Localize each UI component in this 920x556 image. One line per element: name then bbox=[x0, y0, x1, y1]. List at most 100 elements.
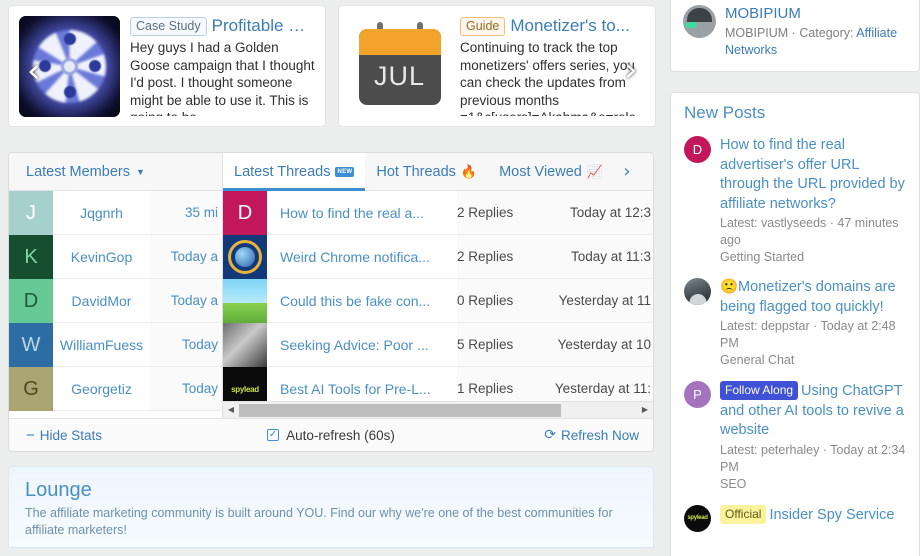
forum-statistics-widget: Latest Members ▼ J Jqgnrh 35 mi K KevinG… bbox=[8, 152, 654, 452]
scroll-right-arrow[interactable]: ▶ bbox=[637, 406, 653, 414]
calendar-month-label: JUL bbox=[373, 60, 425, 91]
member-name[interactable]: Georgetiz bbox=[53, 367, 150, 410]
post-title-text[interactable]: Insider Spy Service bbox=[769, 507, 894, 523]
carousel-prev-arrow[interactable]: ‹ bbox=[27, 54, 41, 88]
post-title[interactable]: Follow Along Using ChatGPT and other AI t… bbox=[720, 381, 906, 441]
avatar[interactable] bbox=[223, 235, 267, 279]
avatar[interactable]: D bbox=[9, 279, 53, 323]
carousel-card[interactable]: JUL Guide Monetizer's to... Continuing t… bbox=[338, 5, 656, 127]
thread-reply-count: 2 Replies bbox=[457, 191, 552, 234]
member-name[interactable]: KevinGop bbox=[53, 235, 150, 278]
resource-title[interactable]: MOBIPIUM bbox=[725, 5, 907, 24]
tab-label: Latest Threads bbox=[234, 163, 331, 180]
scroll-left-arrow[interactable]: ◀ bbox=[223, 406, 239, 414]
carousel-card[interactable]: Case Study Profitable G... Hey guys I ha… bbox=[8, 5, 326, 127]
lounge-section[interactable]: Lounge The affiliate marketing community… bbox=[8, 466, 654, 548]
member-row[interactable]: G Georgetiz Today bbox=[9, 367, 222, 411]
thread-date: Today at 12:3 bbox=[552, 191, 653, 234]
member-join-time: Today bbox=[150, 367, 222, 410]
thread-prefix-badge[interactable]: Case Study bbox=[130, 16, 207, 36]
member-row[interactable]: J Jqgnrh 35 mi bbox=[9, 191, 222, 235]
scrollbar-thumb[interactable] bbox=[239, 403, 562, 417]
latest-members-dropdown[interactable]: Latest Members ▼ bbox=[9, 153, 222, 191]
scrollbar-track[interactable] bbox=[239, 402, 637, 419]
flame-icon: 🔥 bbox=[460, 164, 478, 179]
post-meta: Latest: deppstar · Today at 2:48 PM bbox=[720, 319, 896, 350]
thread-date: Yesterday at 10 bbox=[552, 323, 653, 366]
thread-prefix-badge[interactable]: Guide bbox=[460, 16, 506, 36]
post-title[interactable]: Official Insider Spy Service bbox=[720, 504, 906, 526]
thread-title[interactable]: How to find the real a... bbox=[267, 191, 457, 234]
member-row[interactable]: W WilliamFuess Today bbox=[9, 323, 222, 367]
thread-reply-count: 1 Replies bbox=[457, 367, 552, 401]
threads-panel: Latest Threads NEW Hot Threads 🔥 Most Vi… bbox=[223, 153, 653, 418]
thread-title[interactable]: Could this be fake con... bbox=[267, 279, 457, 322]
checkbox-icon[interactable]: ✓ bbox=[267, 429, 280, 441]
refresh-now-button[interactable]: ⟳ Refresh Now bbox=[544, 428, 639, 443]
post-meta: Latest: vastlyseeds · 47 minutes ago bbox=[720, 216, 899, 247]
thread-row[interactable]: spylead Best AI Tools for Pre-L... 1 Rep… bbox=[223, 367, 653, 401]
post-forum[interactable]: Getting Started bbox=[720, 249, 906, 266]
resource-category-label: Category: bbox=[799, 25, 857, 40]
avatar[interactable]: J bbox=[9, 191, 53, 235]
tab-most-viewed[interactable]: Most Viewed 📈 bbox=[488, 153, 614, 190]
avatar[interactable]: D bbox=[684, 136, 711, 163]
member-join-time: Today bbox=[150, 323, 222, 366]
avatar[interactable]: K bbox=[9, 235, 53, 279]
thread-reply-count: 5 Replies bbox=[457, 323, 552, 366]
mobipium-avatar bbox=[683, 5, 716, 38]
post-prefix-badge[interactable]: Follow Along bbox=[720, 381, 799, 400]
carousel-card-title[interactable]: Monetizer's to... bbox=[510, 16, 629, 36]
tab-latest-threads[interactable]: Latest Threads NEW bbox=[223, 153, 366, 191]
thread-row[interactable]: Seeking Advice: Poor ... 5 Replies Yeste… bbox=[223, 323, 653, 367]
post-forum[interactable]: SEO bbox=[720, 476, 906, 493]
avatar[interactable] bbox=[223, 279, 267, 323]
tab-hot-threads[interactable]: Hot Threads 🔥 bbox=[365, 153, 488, 190]
thread-reply-count: 0 Replies bbox=[457, 279, 552, 322]
latest-members-label: Latest Members bbox=[26, 163, 130, 180]
tab-label: Most Viewed bbox=[499, 163, 582, 180]
list-item[interactable]: D How to find the real advertiser's offe… bbox=[671, 131, 919, 273]
featured-carousel: Case Study Profitable G... Hey guys I ha… bbox=[8, 5, 656, 127]
thread-date: Yesterday at 11: bbox=[552, 367, 653, 401]
post-forum[interactable]: General Chat bbox=[720, 352, 906, 369]
avatar[interactable] bbox=[223, 323, 267, 367]
latest-members-panel: Latest Members ▼ J Jqgnrh 35 mi K KevinG… bbox=[9, 153, 223, 418]
thread-row[interactable]: Could this be fake con... 0 Replies Yest… bbox=[223, 279, 653, 323]
avatar[interactable] bbox=[684, 278, 711, 305]
tabs-next-arrow[interactable]: › bbox=[614, 153, 640, 190]
member-name[interactable]: WilliamFuess bbox=[53, 323, 150, 366]
list-item[interactable]: spylead Official Insider Spy Service bbox=[671, 500, 919, 539]
avatar[interactable]: D bbox=[223, 191, 267, 235]
stats-footer: − Hide Stats ✓ Auto-refresh (60s) ⟳ Refr… bbox=[9, 418, 653, 451]
resource-card[interactable]: MOBIPIUM MOBIPIUM · Category: Affiliate … bbox=[670, 0, 920, 72]
avatar[interactable]: spylead bbox=[223, 367, 267, 401]
list-item[interactable]: P Follow Along Using ChatGPT and other AI… bbox=[671, 376, 919, 500]
carousel-next-arrow[interactable]: › bbox=[624, 53, 638, 87]
thread-title[interactable]: Best AI Tools for Pre-L... bbox=[267, 367, 457, 401]
member-name[interactable]: DavidMor bbox=[53, 279, 150, 322]
member-row[interactable]: D DavidMor Today a bbox=[9, 279, 222, 323]
member-join-time: Today a bbox=[150, 279, 222, 322]
avatar[interactable]: P bbox=[684, 381, 711, 408]
avatar[interactable]: spylead bbox=[684, 504, 711, 532]
avatar[interactable]: G bbox=[9, 367, 53, 411]
chart-up-icon: 📈 bbox=[586, 164, 604, 179]
carousel-card-title[interactable]: Profitable G... bbox=[212, 16, 315, 36]
thread-row[interactable]: Weird Chrome notifica... 2 Replies Today… bbox=[223, 235, 653, 279]
threads-tab-bar: Latest Threads NEW Hot Threads 🔥 Most Vi… bbox=[223, 153, 653, 191]
thread-row[interactable]: D How to find the real a... 2 Replies To… bbox=[223, 191, 653, 235]
members-list: J Jqgnrh 35 mi K KevinGop Today a D Davi… bbox=[9, 191, 222, 418]
lounge-title[interactable]: Lounge bbox=[25, 478, 637, 502]
avatar[interactable]: W bbox=[9, 323, 53, 367]
post-title[interactable]: 🙁Monetizer's domains are being flagged t… bbox=[720, 278, 906, 317]
post-prefix-badge[interactable]: Official bbox=[720, 504, 767, 524]
list-item[interactable]: 🙁Monetizer's domains are being flagged t… bbox=[671, 273, 919, 376]
thread-title[interactable]: Weird Chrome notifica... bbox=[267, 235, 457, 278]
horizontal-scrollbar[interactable]: ◀ ▶ bbox=[223, 401, 653, 418]
thread-title[interactable]: Seeking Advice: Poor ... bbox=[267, 323, 457, 366]
member-name[interactable]: Jqgnrh bbox=[53, 191, 150, 234]
meta-separator: · bbox=[788, 25, 800, 40]
post-title[interactable]: How to find the real advertiser's offer … bbox=[720, 136, 906, 214]
member-row[interactable]: K KevinGop Today a bbox=[9, 235, 222, 279]
